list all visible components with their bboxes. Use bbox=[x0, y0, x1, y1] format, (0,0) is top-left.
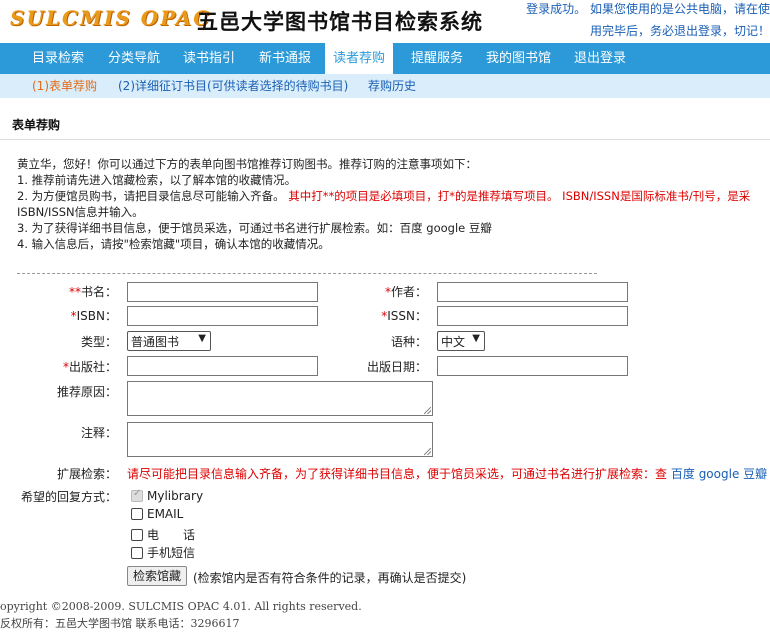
instructions-item-2: 2. 为方便馆员购书，请把目录信息尽可能输入齐备。 其中打**的项目是必填项目，… bbox=[17, 188, 770, 204]
instructions-item-2-text: 2. 为方便馆员购书，请把目录信息尽可能输入齐备。 bbox=[17, 189, 285, 203]
issn-label-text: ISSN： bbox=[387, 309, 427, 323]
publisher-label-text: 出版社： bbox=[68, 360, 117, 374]
divider bbox=[0, 139, 770, 140]
pubdate-label: 出版日期： bbox=[366, 360, 427, 374]
author-label: *作者： bbox=[340, 283, 427, 300]
ext-search-label: 扩展检索： bbox=[56, 467, 117, 481]
nav-reader-recommend[interactable]: 读者荐购 bbox=[325, 43, 394, 74]
nav-reminder[interactable]: 提醒服务 bbox=[403, 43, 471, 74]
pubdate-input[interactable] bbox=[437, 356, 628, 376]
main-nav: 目录检索 分类导航 读书指引 新书通报 读者荐购 提醒服务 我的图书馆 退出登录 bbox=[0, 43, 770, 74]
contact-info: 反权所有：五邑大学图书馆 联系电话：3296617 bbox=[0, 617, 240, 630]
reason-textarea[interactable] bbox=[127, 381, 433, 416]
reply-option-sms[interactable]: 手机短信 bbox=[131, 544, 195, 561]
douban-link[interactable]: 豆瓣 bbox=[743, 467, 767, 481]
type-select[interactable]: 普通图书 ▼ bbox=[127, 331, 211, 351]
issn-input[interactable] bbox=[437, 306, 628, 326]
instructions-item-2-cont: ISBN/ISSN信息并输入。 bbox=[17, 205, 144, 219]
instructions-item-1: 1. 推荐前请先进入馆藏检索，以了解本馆的收藏情况。 bbox=[17, 173, 297, 187]
reply-option-label: Mylibrary bbox=[147, 489, 204, 503]
title-input[interactable] bbox=[127, 282, 318, 302]
checkbox[interactable] bbox=[131, 529, 143, 541]
login-message-line1: 登录成功。 如果您使用的是公共电脑，请在使 bbox=[526, 2, 770, 16]
reply-option-phone[interactable]: 电 话 bbox=[131, 526, 195, 543]
nav-catalog-search[interactable]: 目录检索 bbox=[24, 43, 92, 74]
type-label: 类型： bbox=[80, 335, 117, 349]
checkbox[interactable] bbox=[131, 508, 143, 520]
note-label: 注释： bbox=[80, 426, 117, 440]
nav-new-books[interactable]: 新书通报 bbox=[251, 43, 319, 74]
instructions-greeting: 黄立华，您好！你可以通过下方的表单向图书馆推荐订购图书。推荐订购的注意事项如下： bbox=[17, 157, 477, 171]
publisher-label: *出版社： bbox=[30, 358, 117, 375]
language-select[interactable]: 中文 ▼ bbox=[437, 331, 485, 351]
baidu-link[interactable]: 百度 bbox=[671, 467, 695, 481]
nav-my-library[interactable]: 我的图书馆 bbox=[478, 43, 559, 74]
chevron-down-icon: ▼ bbox=[198, 333, 206, 344]
reply-option-label: 电 话 bbox=[147, 528, 196, 542]
note-textarea[interactable] bbox=[127, 422, 433, 457]
search-collection-button[interactable]: 检索馆藏 bbox=[127, 566, 188, 586]
title-label-text: 书名： bbox=[80, 285, 117, 299]
subnav-history[interactable]: 荐购历史 bbox=[368, 74, 416, 98]
ext-search-text: 请尽可能把目录信息输入齐备，为了获得详细书目信息，便于馆员采选，可通过书名进行扩… bbox=[127, 467, 668, 481]
subnav-form-recommend[interactable]: (1)表单荐购 bbox=[32, 74, 97, 98]
reply-method-label: 希望的回复方式： bbox=[20, 490, 117, 504]
instructions-item-2-warning: 其中打**的项目是必填项目，打*的是推荐填写项目。 ISBN/ISSN是国际标准… bbox=[288, 189, 751, 203]
chevron-down-icon: ▼ bbox=[472, 333, 480, 344]
publisher-input[interactable] bbox=[127, 356, 318, 376]
isbn-input[interactable] bbox=[127, 306, 318, 326]
ext-search-row: 请尽可能把目录信息输入齐备，为了获得详细书目信息，便于馆员采选，可通过书名进行扩… bbox=[127, 465, 767, 482]
resize-grip-icon[interactable] bbox=[424, 448, 431, 455]
nav-category[interactable]: 分类导航 bbox=[100, 43, 168, 74]
reply-option-email[interactable]: EMAIL bbox=[131, 507, 183, 521]
type-select-value: 普通图书 bbox=[131, 335, 180, 349]
resize-grip-icon[interactable] bbox=[424, 407, 431, 414]
section-title: 表单荐购 bbox=[12, 118, 61, 132]
reply-option-label: 手机短信 bbox=[147, 546, 196, 560]
nav-logout[interactable]: 退出登录 bbox=[566, 43, 634, 74]
sub-nav: (1)表单荐购 (2)详细征订书目(可供读者选择的待购书目) 荐购历史 bbox=[0, 74, 770, 98]
instructions-item-4: 4. 输入信息后，请按"检索馆藏"项目，确认本馆的收藏情况。 bbox=[17, 237, 330, 251]
isbn-label: *ISBN： bbox=[30, 307, 117, 324]
instructions-item-3: 3. 为了获得详细书目信息，便于馆员采选，可通过书名进行扩展检索。如：百度 go… bbox=[17, 221, 492, 235]
isbn-label-text: ISBN： bbox=[76, 309, 117, 323]
author-label-text: 作者： bbox=[390, 285, 427, 299]
footer: opyright ©2008-2009. SULCMIS OPAC 4.01. … bbox=[0, 598, 362, 632]
copyright: opyright ©2008-2009. SULCMIS OPAC 4.01. … bbox=[0, 600, 362, 613]
language-label: 语种： bbox=[390, 335, 427, 349]
checkbox[interactable] bbox=[131, 488, 143, 502]
instructions: 黄立华，您好！你可以通过下方的表单向图书馆推荐订购图书。推荐订购的注意事项如下：… bbox=[17, 156, 770, 252]
login-message-line2: 用完毕后，务必退出登录，切记！ bbox=[589, 24, 770, 38]
google-link[interactable]: google bbox=[699, 467, 740, 481]
title-label: **书名： bbox=[30, 283, 117, 300]
reason-label: 推荐原因： bbox=[56, 385, 117, 399]
subnav-detailed-list[interactable]: (2)详细征订书目(可供读者选择的待购书目) bbox=[118, 74, 348, 98]
title-required-mark: ** bbox=[68, 285, 81, 299]
checkbox[interactable] bbox=[131, 547, 143, 559]
issn-label: *ISSN： bbox=[340, 307, 427, 324]
system-title: 五邑大学图书馆书目检索系统 bbox=[197, 10, 483, 34]
dashed-divider bbox=[17, 273, 597, 274]
logo: SULCMIS OPAC bbox=[10, 6, 212, 30]
reply-option-label: EMAIL bbox=[147, 507, 184, 521]
header: SULCMIS OPAC 五邑大学图书馆书目检索系统 登录成功。 如果您使用的是… bbox=[0, 0, 770, 43]
login-message: 登录成功。 如果您使用的是公共电脑，请在使 用完毕后，务必退出登录，切记！ bbox=[526, 0, 770, 42]
reply-option-mylibrary[interactable]: Mylibrary bbox=[131, 488, 204, 503]
language-select-value: 中文 bbox=[441, 335, 466, 349]
nav-reading-guide[interactable]: 读书指引 bbox=[175, 43, 243, 74]
search-collection-note: (检索馆内是否有符合条件的记录，再确认是否提交) bbox=[193, 571, 467, 585]
author-input[interactable] bbox=[437, 282, 628, 302]
